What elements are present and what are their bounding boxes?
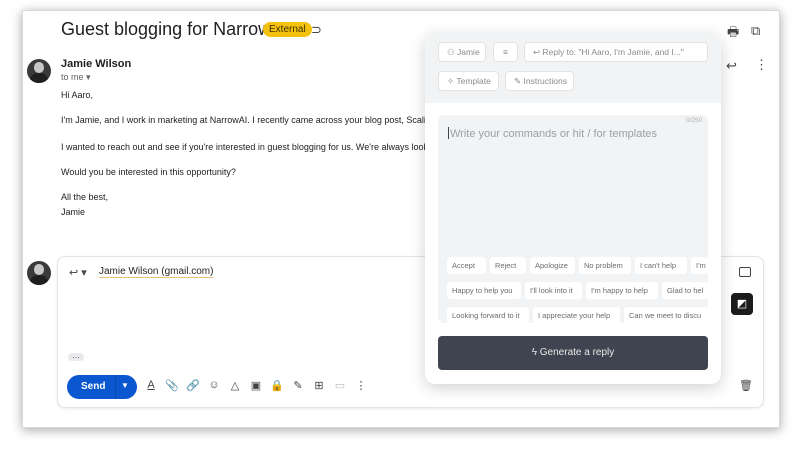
person-icon: ⚇: [447, 47, 455, 57]
generate-label: Generate a reply: [539, 347, 615, 358]
label-icon[interactable]: ⊃: [311, 22, 322, 38]
placeholder-text: Write your commands or hit / for templat…: [450, 128, 658, 140]
command-input[interactable]: 0/250 Write your commands or hit / for t…: [438, 115, 708, 324]
sender-avatar: [27, 59, 51, 83]
template-chip[interactable]: ✧ Template: [438, 71, 499, 91]
email-window: Guest blogging for NarrowAI? External ⊃ …: [22, 10, 780, 428]
template-im-happy-to-help[interactable]: I'm happy to help: [586, 282, 658, 299]
compose-avatar: [27, 261, 51, 285]
reply-to-label: Reply to: "Hi Aaro, I'm Jamie, and I...": [542, 47, 684, 57]
template-cant-help[interactable]: I can't help: [635, 257, 687, 274]
more-vert-icon[interactable]: ⋮: [755, 57, 768, 73]
calendar-icon[interactable]: ▭: [333, 379, 347, 392]
pop-out-icon[interactable]: [739, 267, 751, 277]
reply-to-chip[interactable]: ↩ Reply to: "Hi Aaro, I'm Jamie, and I..…: [524, 42, 708, 62]
lightning-icon: ϟ: [531, 347, 537, 358]
template-no-problem[interactable]: No problem: [579, 257, 631, 274]
external-badge: External: [263, 22, 312, 37]
sender-name[interactable]: Jamie Wilson: [61, 58, 131, 70]
chevron-down-icon: ▾: [86, 72, 91, 82]
reply-icon: ↩: [69, 267, 79, 279]
confidential-icon[interactable]: 🔒: [270, 379, 284, 392]
signature-icon[interactable]: ✎: [291, 379, 305, 392]
open-in-new-icon[interactable]: ⧉: [751, 23, 760, 39]
body-line: I wanted to reach out and see if you're …: [61, 142, 440, 152]
body-line: Hi Aaro,: [61, 90, 94, 100]
reply-type-selector[interactable]: ↩ ▾: [69, 266, 87, 279]
body-line: I'm Jamie, and I work in marketing at Na…: [61, 115, 445, 125]
template-accept[interactable]: Accept: [447, 257, 486, 274]
instructions-chip[interactable]: ✎ Instructions: [505, 71, 574, 91]
chevron-down-icon: ▾: [81, 267, 87, 279]
attach-icon[interactable]: 📎: [165, 379, 179, 392]
recipient-field[interactable]: Jamie Wilson (gmail.com): [99, 266, 214, 278]
photo-icon[interactable]: ▣: [249, 379, 263, 392]
template-ill-look-into-it[interactable]: I'll look into it: [525, 282, 582, 299]
to-me-label: to me: [61, 72, 84, 82]
link-icon[interactable]: 🔗: [186, 379, 200, 392]
template-looking-forward[interactable]: Looking forward to it: [447, 307, 529, 324]
drive-icon[interactable]: △: [228, 379, 242, 392]
template-reject[interactable]: Reject: [490, 257, 526, 274]
template-im[interactable]: I'm: [691, 257, 708, 274]
reply-icon[interactable]: ↩: [726, 58, 737, 74]
generate-reply-button[interactable]: ϟ Generate a reply: [438, 336, 708, 370]
instructions-label: Instructions: [523, 76, 567, 86]
pen-icon: ✎: [514, 76, 522, 86]
formatting-icon[interactable]: A: [144, 379, 158, 391]
template-appreciate-help[interactable]: I appreciate your help: [533, 307, 620, 324]
reply-icon: ↩: [533, 47, 541, 57]
send-button[interactable]: Send ▼: [67, 375, 137, 399]
body-line: All the best,: [61, 192, 109, 202]
ai-reply-panel: ⚇ Jamie ≡ ↩ Reply to: "Hi Aaro, I'm Jami…: [425, 33, 721, 384]
more-options-icon[interactable]: ⋮: [354, 379, 368, 392]
show-trimmed-content-button[interactable]: …: [68, 352, 84, 361]
template-happy-to-help-you[interactable]: Happy to help you: [447, 282, 521, 299]
print-icon[interactable]: 🖶: [727, 23, 739, 45]
body-line: Would you be interested in this opportun…: [61, 167, 236, 177]
sparkle-icon: ✧: [447, 76, 455, 86]
narrowai-logo-icon[interactable]: ◩: [731, 293, 753, 315]
template-apologize[interactable]: Apologize: [530, 257, 575, 274]
command-placeholder: Write your commands or hit / for templat…: [448, 127, 657, 140]
send-options-chevron-icon[interactable]: ▼: [121, 381, 129, 390]
sender-chip-label: Jamie: [457, 47, 480, 57]
trash-icon[interactable]: 🗑: [739, 379, 753, 392]
recipient-summary[interactable]: to me ▾: [61, 72, 91, 83]
body-line: Jamie: [61, 207, 86, 217]
template-can-we-meet[interactable]: Can we meet to discu: [624, 307, 708, 324]
template-glad-to-help[interactable]: Glad to hel: [662, 282, 708, 299]
template-label: Template: [456, 76, 491, 86]
sender-chip[interactable]: ⚇ Jamie: [438, 42, 486, 62]
char-counter: 0/250: [686, 117, 703, 124]
send-label: Send: [81, 381, 106, 392]
emoji-icon[interactable]: ☺: [207, 379, 221, 391]
tone-icon[interactable]: ≡: [493, 42, 518, 62]
layout-icon[interactable]: ⊞: [312, 379, 326, 392]
